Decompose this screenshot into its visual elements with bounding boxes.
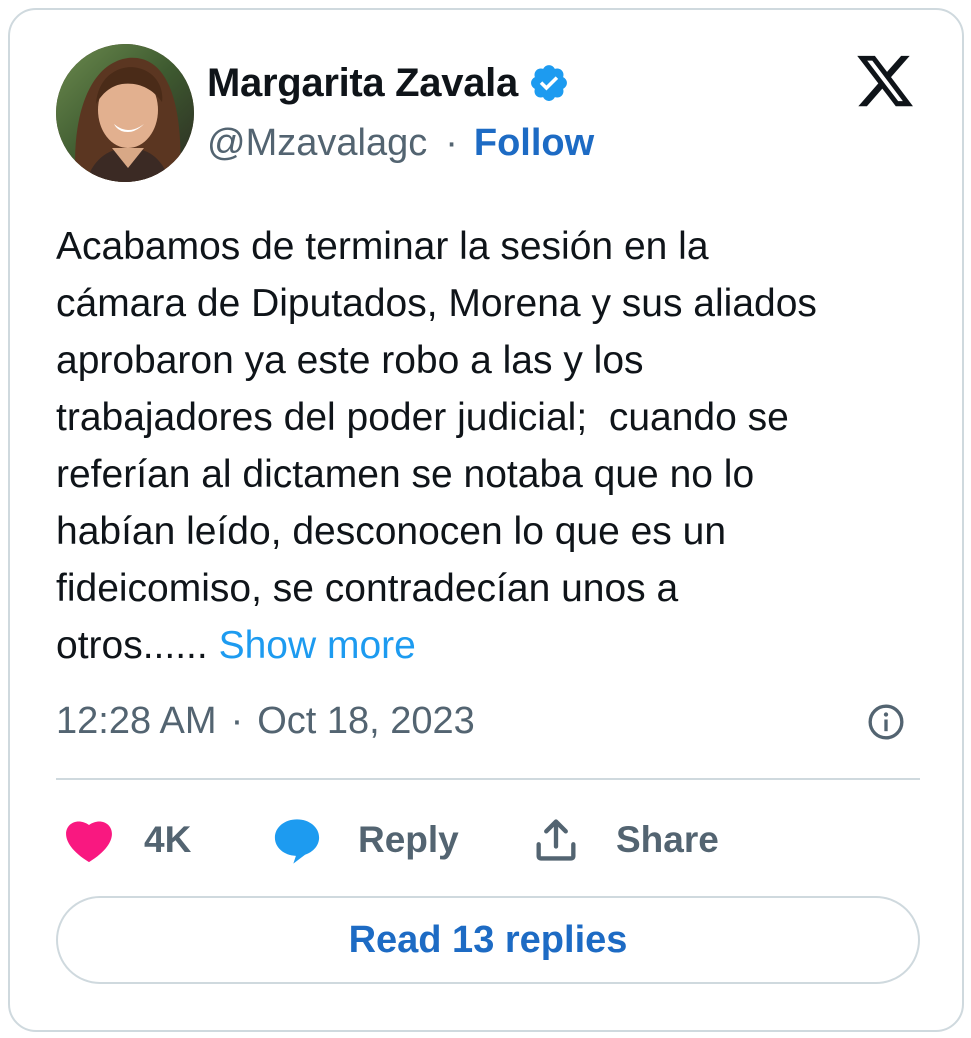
like-count: 4K	[144, 819, 192, 860]
author-name-row: Margarita Zavala	[207, 58, 570, 108]
show-more-link[interactable]: Show more	[219, 624, 416, 667]
author-handle[interactable]: @Mzavalagc	[207, 122, 427, 165]
timestamp-separator: ·	[230, 699, 244, 742]
action-bar: 4K Reply Share	[56, 810, 920, 870]
handle-separator: ·	[445, 121, 458, 164]
share-label: Share	[616, 819, 719, 860]
author-name[interactable]: Margarita Zavala	[207, 61, 518, 106]
verified-badge-icon	[530, 65, 567, 101]
like-button[interactable]: 4K	[64, 810, 191, 870]
tweet-card: Margarita Zavala @Mzavalagc · Follow Aca…	[8, 8, 964, 1032]
heart-icon	[66, 821, 112, 863]
share-button[interactable]: Share	[530, 810, 719, 870]
reply-label: Reply	[358, 819, 459, 860]
avatar-image	[56, 44, 194, 182]
divider	[56, 778, 920, 780]
read-replies-button[interactable]: Read 13 replies	[56, 896, 920, 984]
reply-button[interactable]: Reply	[270, 810, 459, 870]
tweet-time: 12:28 AM	[56, 699, 217, 742]
tweet-date: Oct 18, 2023	[257, 699, 475, 742]
author-handle-row: @Mzavalagc · Follow	[207, 118, 594, 168]
speech-bubble-icon	[274, 819, 320, 864]
tweet-timestamp[interactable]: 12:28 AM · Oct 18, 2023	[56, 696, 475, 746]
avatar[interactable]	[56, 44, 194, 182]
follow-button[interactable]: Follow	[474, 122, 594, 165]
x-logo-icon[interactable]	[853, 50, 917, 112]
info-icon[interactable]	[866, 702, 906, 742]
tweet-body: Acabamos de terminar la sesión en la cám…	[56, 225, 817, 667]
share-upload-icon	[536, 819, 576, 861]
tweet-text: Acabamos de terminar la sesión en la cám…	[56, 218, 936, 674]
